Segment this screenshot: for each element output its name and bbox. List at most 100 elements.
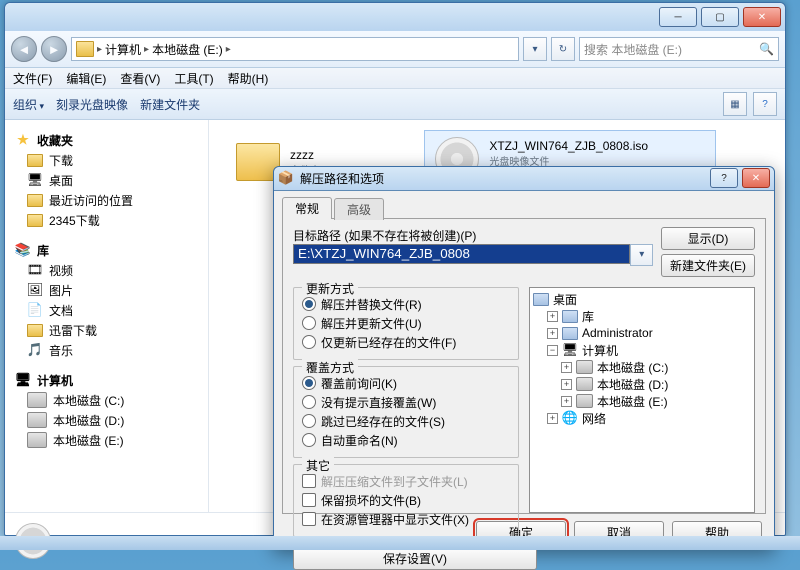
sidebar-item[interactable]: 🎞视频 [9, 260, 204, 280]
sidebar-item[interactable]: 🎵音乐 [9, 340, 204, 360]
save-settings-button[interactable]: 保存设置(V) [293, 547, 537, 570]
newfolder-button[interactable]: 新建文件夹(E) [661, 254, 755, 277]
radio-icon [302, 297, 316, 311]
newfolder-button[interactable]: 新建文件夹 [140, 96, 200, 113]
tree-node[interactable]: +🌐网络 [533, 410, 751, 427]
expand-icon[interactable]: + [561, 379, 572, 390]
radio-option[interactable]: 没有提示直接覆盖(W) [302, 394, 510, 411]
view-button[interactable]: ▦ [723, 92, 747, 116]
extract-dialog: 📦 解压路径和选项 ? ✕ 常规 高级 目标路径 (如果不存在将被创建)(P) … [273, 166, 775, 550]
expand-icon[interactable]: + [561, 362, 572, 373]
check-option[interactable]: 保留损坏的文件(B) [302, 492, 510, 509]
sidebar-item[interactable]: 最近访问的位置 [9, 190, 204, 210]
library-icon: 📚 [15, 242, 31, 258]
toolbar: 组织 刻录光盘映像 新建文件夹 ▦ ? [5, 89, 785, 120]
nav-forward-button[interactable]: ► [41, 36, 67, 62]
nav-back-button[interactable]: ◄ [11, 36, 37, 62]
refresh-button[interactable]: ↻ [551, 37, 575, 61]
dialog-help-button[interactable]: ? [710, 168, 738, 188]
dialog-title: 解压路径和选项 [300, 170, 384, 187]
video-icon: 🎞 [27, 262, 43, 278]
folder-icon [27, 154, 43, 167]
address-dropdown[interactable]: ▾ [523, 37, 547, 61]
tree-node[interactable]: +本地磁盘 (E:) [533, 393, 751, 410]
network-icon: 🌐 [562, 410, 578, 426]
sidebar-item[interactable]: 🖼图片 [9, 280, 204, 300]
organize-button[interactable]: 组织 [13, 96, 44, 113]
tree-node[interactable]: +Administrator [533, 325, 751, 342]
menu-bar: 文件(F) 编辑(E) 查看(V) 工具(T) 帮助(H) [5, 68, 785, 89]
expand-icon[interactable]: + [547, 328, 558, 339]
favorites-icon: ★ [15, 132, 31, 148]
expand-icon[interactable]: + [547, 413, 558, 424]
expand-icon[interactable]: + [561, 396, 572, 407]
collapse-icon[interactable]: − [547, 345, 558, 356]
menu-tools[interactable]: 工具(T) [174, 70, 213, 87]
sidebar-item[interactable]: 本地磁盘 (D:) [9, 410, 204, 430]
minimize-button[interactable]: ─ [659, 7, 697, 27]
titlebar[interactable]: ─ ▢ ✕ [5, 3, 785, 31]
tab-advanced[interactable]: 高级 [334, 198, 384, 220]
tree-node[interactable]: +库 [533, 308, 751, 325]
search-input[interactable]: 搜索 本地磁盘 (E:) 🔍 [579, 37, 779, 61]
radio-icon [302, 395, 316, 409]
breadcrumb-part[interactable]: 本地磁盘 (E:) [152, 41, 223, 58]
menu-view[interactable]: 查看(V) [120, 70, 160, 87]
sidebar-item[interactable]: 迅雷下载 [9, 320, 204, 340]
tree-node[interactable]: +本地磁盘 (D:) [533, 376, 751, 393]
app-icon: 📦 [278, 170, 294, 186]
tree-node[interactable]: −🖥计算机 [533, 342, 751, 359]
sidebar-item[interactable]: 下载 [9, 150, 204, 170]
menu-edit[interactable]: 编辑(E) [66, 70, 106, 87]
radio-option[interactable]: 仅更新已经存在的文件(F) [302, 334, 510, 351]
sidebar-libraries[interactable]: 库 [37, 242, 49, 259]
radio-option[interactable]: 跳过已经存在的文件(S) [302, 413, 510, 430]
check-option[interactable]: 在资源管理器中显示文件(X) [302, 511, 510, 528]
document-icon: 📄 [27, 302, 43, 318]
radio-option[interactable]: 解压并更新文件(U) [302, 315, 510, 332]
desktop-icon: 🖥 [27, 172, 43, 188]
breadcrumb-part[interactable]: 计算机 [105, 41, 141, 58]
sidebar-item[interactable]: 📄文档 [9, 300, 204, 320]
display-button[interactable]: 显示(D) [661, 227, 755, 250]
dialog-titlebar[interactable]: 📦 解压路径和选项 ? ✕ [274, 167, 774, 191]
folder-icon [27, 214, 43, 227]
destination-path-input[interactable] [293, 244, 630, 264]
radio-option[interactable]: 解压并替换文件(R) [302, 296, 510, 313]
menu-help[interactable]: 帮助(H) [228, 70, 269, 87]
checkbox-icon [302, 474, 316, 488]
tab-general[interactable]: 常规 [282, 197, 332, 219]
menu-file[interactable]: 文件(F) [13, 70, 52, 87]
sidebar-item[interactable]: 本地磁盘 (C:) [9, 390, 204, 410]
tree-node[interactable]: +本地磁盘 (C:) [533, 359, 751, 376]
radio-option[interactable]: 覆盖前询问(K) [302, 375, 510, 392]
address-bar[interactable]: ▸ 计算机 ▸ 本地磁盘 (E:) ▸ [71, 37, 519, 61]
computer-icon: 🖥 [15, 372, 31, 388]
sidebar-item[interactable]: 2345下载 [9, 210, 204, 230]
help-button[interactable]: ? [753, 92, 777, 116]
overwrite-mode-group: 覆盖方式 覆盖前询问(K) 没有提示直接覆盖(W) 跳过已经存在的文件(S) 自… [293, 366, 519, 458]
sidebar-favorites[interactable]: 收藏夹 [37, 132, 73, 149]
path-dropdown[interactable]: ▾ [630, 244, 653, 266]
computer-icon: 🖥 [562, 342, 578, 358]
update-mode-group: 更新方式 解压并替换文件(R) 解压并更新文件(U) 仅更新已经存在的文件(F) [293, 287, 519, 360]
radio-icon [302, 414, 316, 428]
expand-icon[interactable]: + [547, 311, 558, 322]
maximize-button[interactable]: ▢ [701, 7, 739, 27]
sidebar-item[interactable]: 本地磁盘 (E:) [9, 430, 204, 450]
search-icon: 🔍 [759, 42, 774, 56]
checkbox-icon [302, 493, 316, 507]
sidebar-item[interactable]: 🖥桌面 [9, 170, 204, 190]
dialog-close-button[interactable]: ✕ [742, 168, 770, 188]
radio-icon [302, 376, 316, 390]
close-button[interactable]: ✕ [743, 7, 781, 27]
sidebar-computer[interactable]: 计算机 [37, 372, 73, 389]
burn-button[interactable]: 刻录光盘映像 [56, 96, 128, 113]
check-option[interactable]: 解压压缩文件到子文件夹(L) [302, 473, 510, 490]
radio-option[interactable]: 自动重命名(N) [302, 432, 510, 449]
radio-icon [302, 433, 316, 447]
taskbar[interactable] [0, 536, 800, 550]
checkbox-icon [302, 512, 316, 526]
folder-tree[interactable]: 桌面 +库 +Administrator −🖥计算机 +本地磁盘 (C:) +本… [529, 287, 755, 513]
file-name: XTZJ_WIN764_ZJB_0808.iso [489, 139, 648, 153]
